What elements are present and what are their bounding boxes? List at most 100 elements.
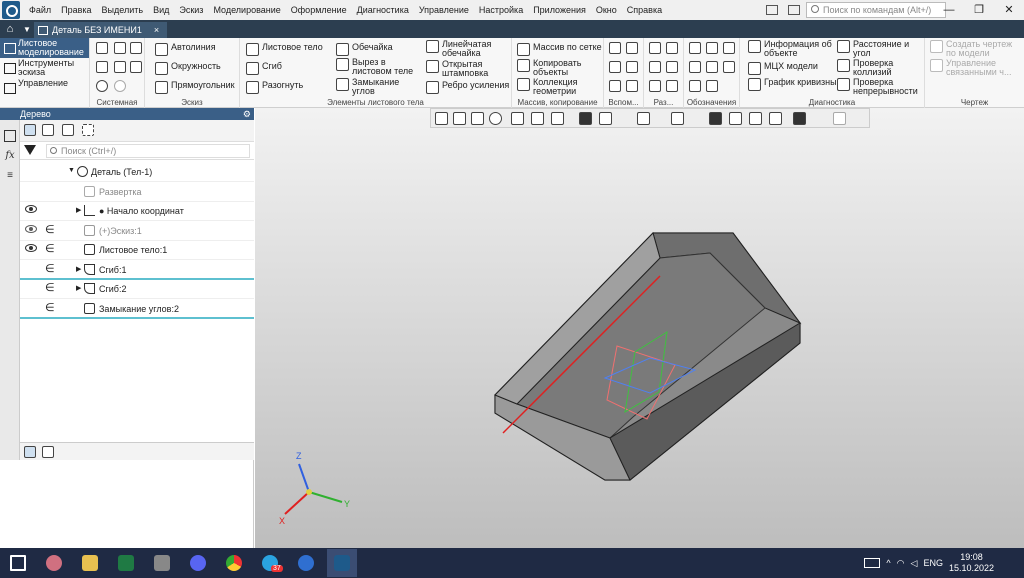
start-button[interactable]	[3, 549, 33, 577]
menu-diagnostics[interactable]: Диагностика	[352, 0, 414, 20]
camera-icon[interactable]	[788, 5, 800, 15]
properties-icon[interactable]	[130, 61, 142, 73]
linear-dim-icon[interactable]	[666, 80, 678, 92]
sheet-body-button[interactable]: Листовое тело	[246, 43, 323, 56]
tree-panel-icon[interactable]	[4, 130, 16, 142]
taskbar-telegram[interactable]: 37	[255, 549, 285, 577]
cut-in-sheet-button[interactable]: Вырез в листовом теле	[336, 58, 418, 76]
autoline-button[interactable]: Автолиния	[155, 43, 216, 56]
eye-icon[interactable]	[25, 244, 37, 252]
menu-help[interactable]: Справка	[622, 0, 667, 20]
text-icon[interactable]	[706, 61, 718, 73]
taskbar-kompas[interactable]	[327, 549, 357, 577]
open-folder-icon[interactable]	[114, 42, 126, 54]
tree-item-part[interactable]: ▼ Деталь (Тел-1)	[20, 162, 254, 182]
spline-icon[interactable]	[609, 80, 621, 92]
menu-modeling[interactable]: Моделирование	[208, 0, 285, 20]
redo-icon[interactable]	[114, 80, 126, 92]
collision-check-button[interactable]: Проверка коллизий	[837, 59, 922, 77]
close-corners-button[interactable]: Замыкание углов	[336, 78, 418, 96]
roughness-icon[interactable]	[689, 42, 701, 54]
mode-manage[interactable]: Управление	[0, 78, 89, 98]
tree-item-origin[interactable]: ▶ ● Начало координат	[20, 201, 254, 221]
document-tab[interactable]: Деталь БЕЗ ИМЕНИ1 ×	[34, 22, 168, 38]
menu-select[interactable]: Выделить	[97, 0, 149, 20]
open-stamping-button[interactable]: Открытая штамповка	[426, 60, 508, 78]
print-icon[interactable]	[96, 61, 108, 73]
close-button[interactable]: ✕	[994, 0, 1024, 20]
gear-icon[interactable]: ⚙	[243, 108, 251, 120]
curvature-graph-button[interactable]: График кривизны	[748, 78, 838, 91]
circle-button[interactable]: Окружность	[155, 62, 221, 75]
tree-select-icon[interactable]	[82, 124, 94, 136]
close-tab-icon[interactable]: ×	[154, 22, 159, 38]
eye-icon[interactable]	[25, 205, 37, 213]
shell-button[interactable]: Обечайка	[336, 43, 393, 56]
tree-search-input[interactable]: Поиск (Ctrl+/)	[46, 144, 250, 158]
menu-settings[interactable]: Настройка	[474, 0, 528, 20]
mark-icon[interactable]	[689, 61, 701, 73]
include-icon[interactable]: ∈	[45, 301, 55, 314]
panel-icon[interactable]	[766, 5, 778, 15]
thread-icon[interactable]	[706, 80, 718, 92]
menu-manage[interactable]: Управление	[414, 0, 474, 20]
surface-icon[interactable]	[626, 80, 638, 92]
eye-hidden-icon[interactable]	[25, 225, 37, 233]
continuity-check-button[interactable]: Проверка непрерывности	[837, 78, 922, 96]
layers-icon[interactable]: ≡	[4, 170, 16, 182]
include-icon[interactable]: ∈	[45, 262, 55, 275]
tree-structure-icon[interactable]	[24, 124, 36, 136]
leader-icon[interactable]	[649, 80, 661, 92]
undo-icon[interactable]	[96, 80, 108, 92]
chevron-down-icon[interactable]: ▼	[68, 167, 75, 174]
menu-file[interactable]: Файл	[24, 0, 56, 20]
grid-array-button[interactable]: Массив по сетке	[517, 43, 602, 56]
tree-item-bend-2[interactable]: ∈ ▶ Сгиб:2	[20, 279, 254, 299]
filter-icon[interactable]	[24, 145, 36, 155]
wifi-icon[interactable]: ◠	[897, 558, 905, 569]
taskbar-explorer[interactable]	[75, 549, 105, 577]
tree-item-sketch[interactable]: ∈ (+)Эскиз:1	[20, 221, 254, 241]
tree-item-unfold[interactable]: Развертка	[20, 182, 254, 202]
chevron-down-icon[interactable]: ▼	[20, 25, 34, 34]
menu-design[interactable]: Оформление	[286, 0, 352, 20]
mode-sheet-modeling[interactable]: Листовое моделирование	[0, 38, 89, 58]
diameter-icon[interactable]	[666, 61, 678, 73]
clock[interactable]: 19:08 15.10.2022	[949, 552, 994, 574]
chevron-right-icon[interactable]: ▶	[76, 206, 81, 214]
create-drawing-button[interactable]: Создать чертеж по модели	[930, 40, 1022, 58]
chevron-up-icon[interactable]: ^	[886, 558, 890, 568]
include-icon[interactable]: ∈	[45, 223, 55, 236]
radius-icon[interactable]	[666, 42, 678, 54]
preview-icon[interactable]	[114, 61, 126, 73]
tree-item-close-corners[interactable]: ∈ Замыкание углов:2	[20, 299, 254, 319]
geometry-collection-button[interactable]: Коллекция геометрии	[517, 78, 602, 96]
variables-icon[interactable]: fx	[4, 150, 16, 162]
maximize-button[interactable]: ❐	[964, 0, 994, 20]
unbend-button[interactable]: Разогнуть	[246, 81, 303, 94]
copy-objects-button[interactable]: Копировать объекты	[517, 59, 602, 77]
new-file-icon[interactable]	[96, 42, 108, 54]
taskbar-chrome[interactable]	[219, 549, 249, 577]
distance-angle-button[interactable]: Расстояние и угол	[837, 40, 922, 58]
curve-icon[interactable]	[626, 61, 638, 73]
chevron-right-icon[interactable]: ▶	[76, 284, 81, 292]
tree-item-sheet-body[interactable]: ∈ Листовое тело:1	[20, 240, 254, 260]
point-icon[interactable]	[609, 61, 621, 73]
table-icon[interactable]	[723, 61, 735, 73]
list-view-icon[interactable]	[42, 446, 54, 458]
base-icon[interactable]	[723, 42, 735, 54]
tree-view-icon[interactable]	[24, 446, 36, 458]
manage-linked-drawings-button[interactable]: Управление связанными ч...	[930, 59, 1022, 77]
menu-edit[interactable]: Правка	[56, 0, 96, 20]
tolerance-icon[interactable]	[706, 42, 718, 54]
tree-group-icon[interactable]	[62, 124, 74, 136]
plane-icon[interactable]	[609, 42, 621, 54]
taskbar-discord[interactable]	[183, 549, 213, 577]
dimension-icon[interactable]	[649, 42, 661, 54]
minimize-button[interactable]: —	[934, 0, 964, 20]
bend-button[interactable]: Сгиб	[246, 62, 282, 75]
menu-sketch[interactable]: Эскиз	[174, 0, 208, 20]
tray-lang[interactable]: ENG	[923, 558, 943, 568]
save-icon[interactable]	[130, 42, 142, 54]
